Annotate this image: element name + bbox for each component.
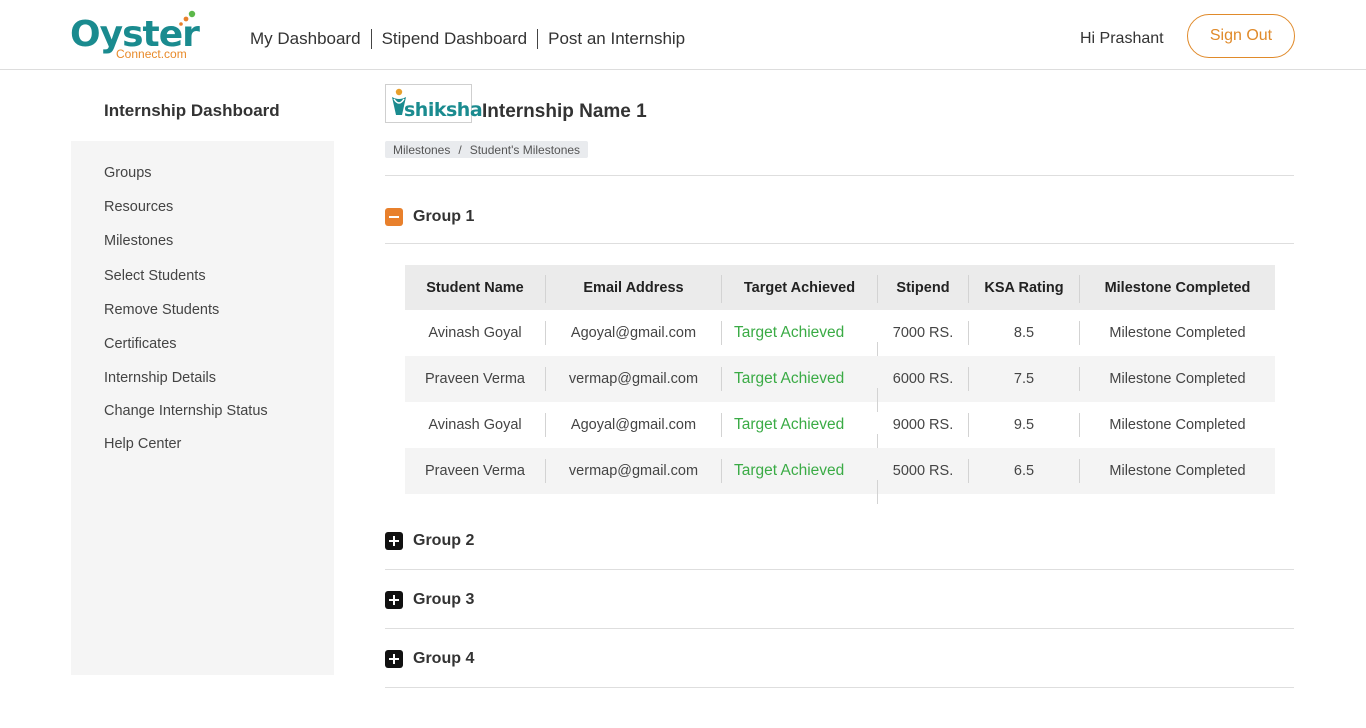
- stipend-value: 9000 RS.: [892, 417, 954, 433]
- table-row: Praveen Verma vermap@gmail.com Target Ac…: [405, 448, 1275, 504]
- breadcrumb-milestones[interactable]: Milestones: [393, 143, 450, 157]
- target-status: Target Achieved: [734, 324, 845, 341]
- ksa-rating: 6.5: [1013, 463, 1035, 479]
- group-4-label: Group 4: [413, 650, 475, 667]
- sidebar-item-change-internship-status[interactable]: Change Internship Status: [104, 403, 268, 419]
- breadcrumb-separator: /: [458, 142, 462, 157]
- collapse-icon[interactable]: [385, 208, 403, 226]
- sidebar-item-internship-details[interactable]: Internship Details: [104, 370, 216, 386]
- nav-stipend-dashboard[interactable]: Stipend Dashboard: [372, 28, 538, 50]
- oyster-connect-logo[interactable]: Oyster Connect.com: [70, 10, 200, 62]
- target-status: Target Achieved: [734, 370, 845, 387]
- sidebar-item-help-center[interactable]: Help Center: [104, 436, 181, 452]
- table-row: Praveen Verma vermap@gmail.com Target Ac…: [405, 356, 1275, 412]
- sidebar-item-select-students[interactable]: Select Students: [104, 268, 206, 284]
- column-header-target: Target Achieved: [743, 279, 856, 296]
- table-row: Avinash Goyal Agoyal@gmail.com Target Ac…: [405, 310, 1275, 366]
- column-header-student-name: Student Name: [426, 279, 524, 296]
- company-logo: shiksha: [385, 84, 483, 123]
- page-title: Internship Name 1: [482, 101, 647, 122]
- sidebar-title: Internship Dashboard: [104, 101, 280, 120]
- group-2-header[interactable]: Group 2: [385, 531, 474, 551]
- nav-post-internship[interactable]: Post an Internship: [538, 28, 695, 50]
- ksa-rating: 8.5: [1013, 325, 1035, 341]
- group-4-header[interactable]: Group 4: [385, 649, 474, 669]
- column-header-milestone: Milestone Completed: [1104, 279, 1251, 296]
- divider: [385, 687, 1294, 688]
- column-header-ksa-rating: KSA Rating: [984, 279, 1064, 296]
- student-name: Avinash Goyal: [428, 325, 522, 341]
- target-status: Target Achieved: [734, 462, 845, 479]
- ksa-rating: 9.5: [1013, 417, 1035, 433]
- student-name: Avinash Goyal: [428, 417, 522, 433]
- column-header-stipend: Stipend: [896, 279, 950, 296]
- company-logo-text: shiksha: [404, 99, 483, 121]
- student-email: vermap@gmail.com: [568, 463, 699, 479]
- sidebar-item-resources[interactable]: Resources: [104, 199, 173, 215]
- breadcrumb-current: Student's Milestones: [469, 142, 581, 157]
- main-nav: My Dashboard Stipend Dashboard Post an I…: [250, 28, 695, 50]
- top-header: Oyster Connect.com My Dashboard Stipend …: [0, 0, 1366, 70]
- table-row: Avinash Goyal Agoyal@gmail.com Target Ac…: [405, 402, 1275, 458]
- group-3-header[interactable]: Group 3: [385, 590, 474, 610]
- student-email: Agoyal@gmail.com: [570, 417, 697, 433]
- group-2-label: Group 2: [413, 532, 475, 549]
- table-header: Student Name Email Address Target Achiev…: [405, 265, 1275, 310]
- user-greeting: Hi Prashant: [1080, 30, 1164, 47]
- students-milestone-table: Student Name Email Address Target Achiev…: [405, 265, 1275, 504]
- expand-icon[interactable]: [385, 591, 403, 609]
- milestone-status: Milestone Completed: [1109, 371, 1246, 387]
- stipend-value: 7000 RS.: [892, 325, 954, 341]
- divider: [385, 628, 1294, 629]
- breadcrumb: Milestones / Student's Milestones: [385, 141, 589, 158]
- stipend-value: 5000 RS.: [892, 463, 954, 479]
- divider: [385, 569, 1294, 570]
- divider: [385, 175, 1294, 176]
- sidebar-item-remove-students[interactable]: Remove Students: [104, 302, 219, 318]
- column-header-email: Email Address: [583, 279, 684, 296]
- expand-icon[interactable]: [385, 650, 403, 668]
- sidebar-item-groups[interactable]: Groups: [104, 165, 152, 181]
- nav-my-dashboard[interactable]: My Dashboard: [250, 28, 371, 50]
- target-status: Target Achieved: [734, 416, 845, 433]
- milestone-status: Milestone Completed: [1109, 325, 1246, 341]
- milestone-status: Milestone Completed: [1109, 417, 1246, 433]
- divider: [385, 243, 1294, 244]
- logo-subtext: Connect.com: [116, 47, 187, 61]
- sidebar-item-certificates[interactable]: Certificates: [104, 336, 177, 352]
- group-1-header[interactable]: Group 1: [385, 207, 474, 227]
- expand-icon[interactable]: [385, 532, 403, 550]
- student-email: vermap@gmail.com: [568, 371, 699, 387]
- stipend-value: 6000 RS.: [892, 371, 954, 387]
- student-name: Praveen Verma: [425, 463, 525, 479]
- student-name: Praveen Verma: [425, 371, 525, 387]
- milestone-status: Milestone Completed: [1109, 463, 1246, 479]
- group-3-label: Group 3: [413, 591, 475, 608]
- student-email: Agoyal@gmail.com: [570, 325, 697, 341]
- sign-out-button[interactable]: Sign Out: [1187, 14, 1295, 58]
- sidebar: Groups Resources Milestones Select Stude…: [71, 141, 334, 675]
- group-1-label: Group 1: [413, 208, 475, 225]
- logo-dots-icon: [179, 10, 196, 26]
- sidebar-item-milestones[interactable]: Milestones: [104, 233, 173, 249]
- ksa-rating: 7.5: [1013, 371, 1035, 387]
